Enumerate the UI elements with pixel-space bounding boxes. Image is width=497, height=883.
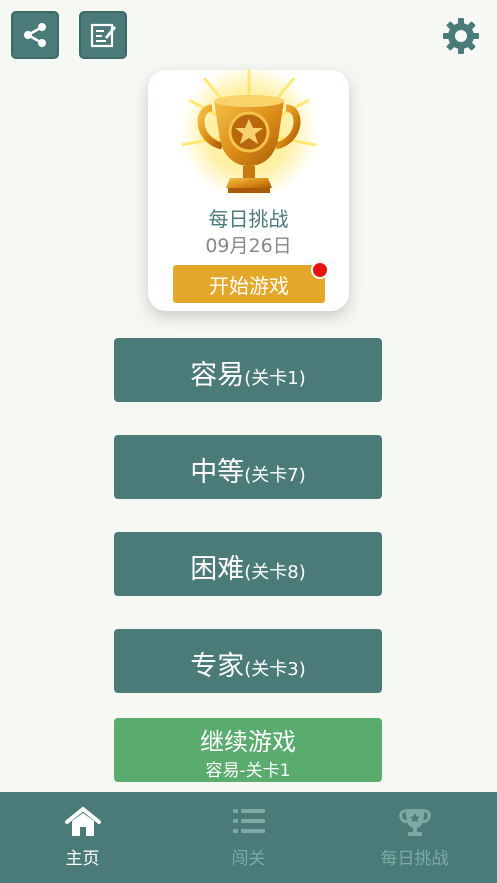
level-progress: (关卡3) bbox=[244, 659, 306, 680]
tab-levels[interactable]: 闯关 bbox=[166, 792, 331, 883]
tab-home[interactable]: 主页 bbox=[0, 792, 165, 883]
gear-icon[interactable] bbox=[441, 16, 481, 56]
edit-note-icon bbox=[90, 23, 116, 48]
continue-game-subtitle: 容易-关卡1 bbox=[205, 761, 291, 781]
level-name: 困难 bbox=[190, 554, 245, 585]
tab-daily-challenge[interactable]: 每日挑战 bbox=[332, 792, 497, 883]
level-progress: (关卡8) bbox=[244, 562, 306, 583]
start-game-button[interactable]: 开始游戏 bbox=[173, 261, 329, 303]
bottom-tab-bar: 主页 闯关 每日挑战 bbox=[0, 792, 497, 883]
level-button-easy[interactable]: 容易 (关卡1) bbox=[114, 338, 382, 402]
level-button-medium[interactable]: 中等 (关卡7) bbox=[114, 435, 382, 499]
level-name: 容易 bbox=[190, 360, 245, 391]
level-button-expert[interactable]: 专家 (关卡3) bbox=[114, 629, 382, 693]
continue-game-title: 继续游戏 bbox=[200, 728, 296, 756]
level-name: 中等 bbox=[190, 457, 245, 488]
tab-label: 每日挑战 bbox=[380, 849, 449, 869]
tab-label: 闯关 bbox=[231, 849, 266, 869]
share-icon bbox=[24, 23, 46, 47]
notes-button[interactable] bbox=[79, 11, 127, 59]
notification-dot bbox=[311, 261, 329, 279]
continue-game-button[interactable]: 继续游戏 容易-关卡1 bbox=[114, 718, 382, 782]
trophy-icon bbox=[398, 809, 431, 836]
trophy-icon bbox=[181, 70, 317, 200]
level-progress: (关卡1) bbox=[244, 368, 306, 389]
share-button[interactable] bbox=[11, 11, 59, 59]
list-icon bbox=[232, 809, 265, 833]
daily-challenge-title: 每日挑战 bbox=[208, 207, 289, 231]
level-button-hard[interactable]: 困难 (关卡8) bbox=[114, 532, 382, 596]
level-progress: (关卡7) bbox=[244, 465, 306, 486]
daily-challenge-card[interactable]: 每日挑战 09月26日 开始游戏 bbox=[148, 70, 349, 311]
level-name: 专家 bbox=[190, 651, 245, 682]
daily-challenge-date: 09月26日 bbox=[205, 235, 292, 257]
home-icon bbox=[64, 807, 101, 836]
tab-label: 主页 bbox=[65, 849, 100, 869]
start-game-label: 开始游戏 bbox=[209, 273, 289, 298]
